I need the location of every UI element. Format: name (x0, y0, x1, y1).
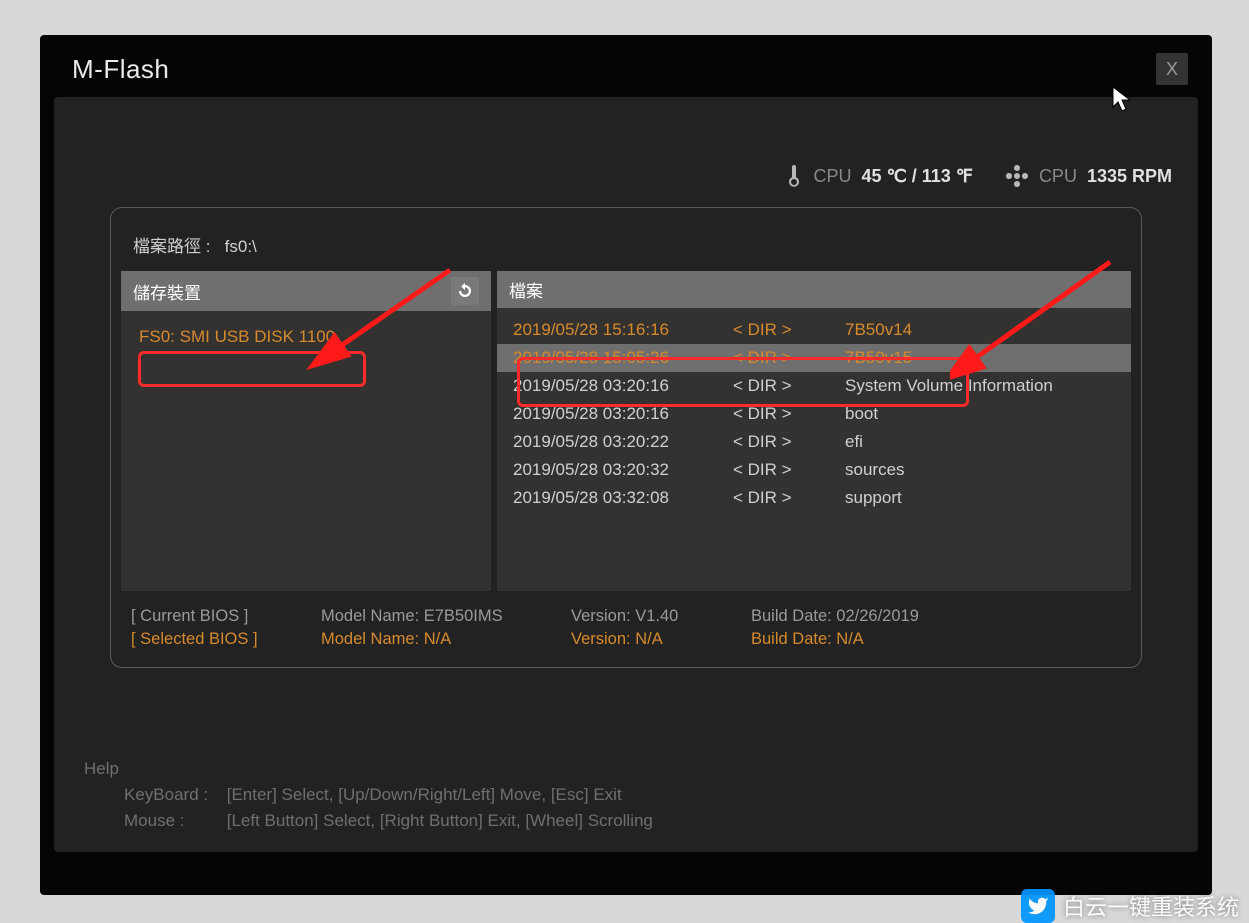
file-date: 2019/05/28 03:20:16 (513, 374, 733, 398)
file-type: < DIR > (733, 374, 845, 398)
file-date: 2019/05/28 03:20:22 (513, 430, 733, 454)
content-area: CPU 45 ℃ / 113 ℉ CPU 1335 RPM 檔案路徑 : fs0… (54, 97, 1198, 852)
storage-header-label: 儲存裝置 (133, 279, 201, 304)
thermometer-icon (784, 163, 804, 189)
current-bios-model: Model Name: E7B50IMS (321, 607, 571, 626)
file-row[interactable]: 2019/05/28 03:20:32< DIR >sources (497, 456, 1131, 484)
fan-icon (1005, 164, 1029, 188)
bios-info: [ Current BIOS ] Model Name: E7B50IMS Ve… (121, 601, 1131, 649)
file-row[interactable]: 2019/05/28 03:32:08< DIR >support (497, 484, 1131, 512)
watermark: 白云一键重装系统 (1021, 889, 1239, 923)
file-path-value: fs0:\ (225, 237, 257, 256)
file-row[interactable]: 2019/05/28 03:20:16< DIR >System Volume … (497, 372, 1131, 400)
file-path-row: 檔案路徑 : fs0:\ (121, 226, 1131, 271)
selected-bios-version: Version: N/A (571, 630, 751, 649)
cpu-temp-group: CPU 45 ℃ / 113 ℉ (784, 163, 973, 189)
file-row[interactable]: 2019/05/28 15:05:26< DIR >7B50v15 (497, 344, 1131, 372)
refresh-button[interactable] (451, 277, 479, 305)
storage-header: 儲存裝置 (121, 271, 491, 311)
titlebar: M-Flash X (40, 35, 1212, 97)
file-list: 2019/05/28 15:16:16< DIR >7B50v142019/05… (497, 308, 1131, 591)
cpu-fan-group: CPU 1335 RPM (1005, 164, 1172, 188)
file-name: 7B50v14 (845, 318, 1115, 342)
file-date: 2019/05/28 03:20:32 (513, 458, 733, 482)
file-date: 2019/05/28 15:05:26 (513, 346, 733, 370)
file-path-label: 檔案路徑 : (133, 237, 210, 256)
current-bios-label: [ Current BIOS ] (131, 607, 321, 626)
help-keyboard-text: [Enter] Select, [Up/Down/Right/Left] Mov… (227, 785, 622, 804)
file-row[interactable]: 2019/05/28 15:16:16< DIR >7B50v14 (497, 316, 1131, 344)
files-header-label: 檔案 (509, 277, 543, 302)
file-name: 7B50v15 (845, 346, 1115, 370)
file-name: efi (845, 430, 1115, 454)
files-header: 檔案 (497, 271, 1131, 308)
file-name: System Volume Information (845, 374, 1115, 398)
file-name: boot (845, 402, 1115, 426)
watermark-logo-icon (1021, 889, 1055, 923)
file-type: < DIR > (733, 318, 845, 342)
file-date: 2019/05/28 15:16:16 (513, 318, 733, 342)
help-mouse-label: Mouse : (124, 808, 222, 834)
file-type: < DIR > (733, 458, 845, 482)
selected-bios-build: Build Date: N/A (751, 630, 1121, 649)
selected-bios-model: Model Name: N/A (321, 630, 571, 649)
watermark-text: 白云一键重装系统 (1063, 890, 1239, 922)
file-date: 2019/05/28 03:20:16 (513, 402, 733, 426)
file-browser-panel: 檔案路徑 : fs0:\ 儲存裝置 FS0: SMI USB DISK 1100 (110, 207, 1142, 668)
window-title: M-Flash (72, 54, 169, 85)
cpu-temp-value: 45 ℃ / 113 ℉ (862, 166, 973, 187)
file-type: < DIR > (733, 402, 845, 426)
help-keyboard-label: KeyBoard : (124, 782, 222, 808)
file-type: < DIR > (733, 430, 845, 454)
selected-bios-label: [ Selected BIOS ] (131, 630, 321, 649)
file-row[interactable]: 2019/05/28 03:20:16< DIR >boot (497, 400, 1131, 428)
status-bar: CPU 45 ℃ / 113 ℉ CPU 1335 RPM (54, 115, 1198, 207)
refresh-icon (456, 282, 474, 300)
file-name: support (845, 486, 1115, 510)
help-mouse-text: [Left Button] Select, [Right Button] Exi… (227, 811, 653, 830)
file-date: 2019/05/28 03:32:08 (513, 486, 733, 510)
file-row[interactable]: 2019/05/28 03:20:22< DIR >efi (497, 428, 1131, 456)
cpu-fan-label: CPU (1039, 166, 1077, 187)
cpu-temp-label: CPU (814, 166, 852, 187)
current-bios-version: Version: V1.40 (571, 607, 751, 626)
help-block: Help KeyBoard : [Enter] Select, [Up/Down… (84, 756, 653, 834)
help-title: Help (84, 756, 653, 782)
cpu-fan-value: 1335 RPM (1087, 166, 1172, 187)
app-window: M-Flash X CPU 45 ℃ / 113 ℉ CPU 1335 RPM (40, 35, 1212, 895)
close-button[interactable]: X (1156, 53, 1188, 85)
current-bios-build: Build Date: 02/26/2019 (751, 607, 1121, 626)
file-name: sources (845, 458, 1115, 482)
file-type: < DIR > (733, 486, 845, 510)
storage-device-row[interactable]: FS0: SMI USB DISK 1100 (121, 319, 491, 355)
file-type: < DIR > (733, 346, 845, 370)
storage-list: FS0: SMI USB DISK 1100 (121, 311, 491, 591)
